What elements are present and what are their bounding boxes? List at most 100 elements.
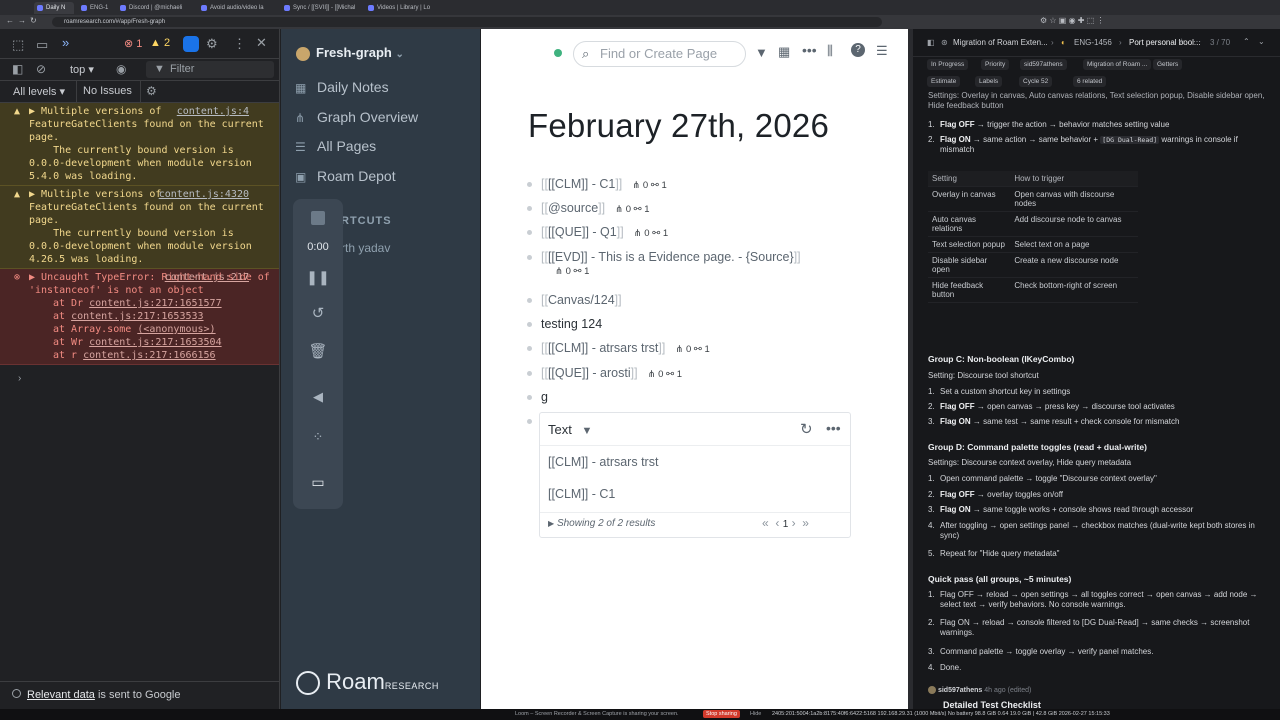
property-chip[interactable]: Labels [975, 76, 1003, 87]
restart-icon[interactable]: ↺ [293, 304, 343, 322]
draw-icon[interactable]: ◀ [293, 389, 343, 405]
extensions-icon[interactable]: ⚙ ☆ ▣ ◉ ✚ ⬚ ⋮ [1040, 16, 1104, 25]
address-input[interactable]: roamresearch.com/#/app/Fresh-graph [52, 17, 882, 27]
block[interactable]: [[[[CLM]] - C1]] ⋔ 0 ⚯ 1 [527, 177, 667, 191]
stop-recording-button[interactable] [293, 211, 343, 230]
forward-icon[interactable]: → [18, 16, 26, 25]
page-ref[interactable]: @source [548, 201, 598, 215]
page-ref[interactable]: Canvas/124 [548, 293, 615, 307]
page-ref[interactable]: [[EVD]] - This is a Evidence page. - {So… [548, 250, 794, 264]
query-result-row[interactable]: [[CLM]] - C1 [548, 487, 615, 501]
query-result-row[interactable]: [[CLM]] - atrsars trst [548, 455, 658, 469]
sidebar-toggle-icon[interactable]: ⫼ [827, 43, 833, 59]
block[interactable]: [[[[QUE]] - arosti]] ⋔ 0 ⚯ 1 [527, 366, 682, 380]
block[interactable]: [[[[CLM]] - atrsars trst]] ⋔ 0 ⚯ 1 [527, 341, 710, 355]
property-chip[interactable]: In Progress [927, 59, 969, 70]
comment-author[interactable]: sid597athens [938, 687, 982, 694]
console-warning[interactable]: ▲ content.js:4 ▶ Multiple versions of Feat… [0, 103, 279, 186]
property-chip[interactable]: Getters [1153, 59, 1183, 70]
property-chip[interactable]: Cycle 52 [1019, 76, 1053, 87]
browser-tab[interactable]: Daily N [34, 2, 74, 14]
browser-tab[interactable]: Sync / [[SVII]] - [[Michal [281, 2, 361, 14]
bullet[interactable] [527, 419, 532, 425]
camera-icon[interactable]: ▭ [293, 474, 343, 491]
more-icon[interactable]: ••• [802, 42, 817, 58]
browser-tab[interactable]: Discord | @michaeli [117, 2, 195, 14]
issues-button[interactable]: No Issues [83, 85, 132, 97]
refresh-icon[interactable]: ↻ [800, 420, 813, 438]
nav-graph-overview[interactable]: ⋔ Graph Overview [295, 109, 418, 125]
bullet[interactable] [527, 395, 532, 401]
blur-icon[interactable]: ⁘ [293, 429, 343, 445]
property-chip[interactable]: Estimate [927, 76, 961, 87]
source-link[interactable]: content.js:4 [177, 105, 249, 118]
block[interactable]: testing 124 [527, 317, 602, 331]
trash-icon[interactable]: 🗑 [293, 342, 343, 360]
sidebar-icon[interactable]: ◧ [927, 38, 935, 47]
up-icon[interactable]: ⌃ [1243, 37, 1250, 46]
query-summary[interactable]: ▶ Showing 2 of 2 results [548, 518, 655, 529]
error-count-badge[interactable]: ⊗ 1 [124, 37, 142, 50]
block[interactable]: g [527, 390, 548, 404]
levels-select[interactable]: All levels ▾ [13, 85, 65, 98]
stack-location[interactable]: content.js:217:1653533 [71, 311, 203, 322]
expand-caret-icon[interactable]: ▶ [29, 106, 41, 117]
bullet[interactable] [527, 230, 532, 236]
kebab-menu-icon[interactable]: ⋮ [233, 36, 246, 52]
browser-tab[interactable]: ENG-1 [78, 2, 114, 14]
settings-gear-icon[interactable]: ⚙ [206, 36, 218, 52]
search-input[interactable]: ⌕ Find or Create Page [573, 41, 746, 67]
more-tabs-icon[interactable]: » [62, 35, 69, 50]
close-devtools-icon[interactable]: ✕ [256, 35, 267, 51]
block[interactable]: [[[[EVD]] - This is a Evidence page. - {… [527, 250, 801, 277]
bullet[interactable] [527, 298, 532, 304]
device-icon[interactable]: ▭ [36, 37, 48, 53]
console-warning[interactable]: ▲ content.js:4320 ▶ Multiple versions of F… [0, 186, 279, 269]
source-link[interactable]: content.js:217 [165, 271, 249, 284]
calendar-icon[interactable]: ▦ [778, 44, 790, 60]
filter-input[interactable]: ▼ Filter [146, 61, 274, 78]
help-icon[interactable]: ? [851, 43, 865, 57]
shortcut-item[interactable]: rth yadav [341, 241, 390, 255]
bullet[interactable] [527, 346, 532, 352]
bullet[interactable] [527, 206, 532, 212]
stop-sharing-button[interactable]: Stop sharing [703, 710, 740, 718]
property-chip[interactable]: sid597athens [1020, 59, 1067, 70]
filter-icon[interactable]: ▼ [755, 45, 768, 60]
breadcrumb-project[interactable]: Migration of Roam Exten... [953, 38, 1048, 47]
star-icon[interactable]: ☆ [1178, 37, 1185, 46]
property-chip[interactable]: 6 related [1073, 76, 1107, 87]
console-prompt[interactable]: › [0, 365, 279, 384]
filter-icon[interactable]: ▼ [581, 425, 592, 437]
expand-caret-icon[interactable]: ▶ [29, 272, 41, 283]
block[interactable]: [[@source]] ⋔ 0 ⚯ 1 [527, 201, 650, 215]
bullet[interactable] [527, 255, 532, 261]
console-error[interactable]: ⊗ content.js:217 ▶ Uncaught TypeError: Rig… [0, 269, 279, 365]
nav-daily-notes[interactable]: ▦ Daily Notes [295, 79, 389, 95]
browser-tab[interactable]: Avoid audio/video la [198, 2, 278, 14]
page-ref[interactable]: [[QUE]] - arosti [548, 366, 631, 380]
right-sidebar-icon[interactable]: ☰ [876, 43, 888, 59]
pause-icon[interactable]: ❚❚ [293, 269, 343, 286]
query-column-header[interactable]: Text ▼ [548, 422, 592, 437]
page-ref[interactable]: [[CLM]] - atrsars trst [548, 341, 658, 355]
bullet[interactable] [527, 322, 532, 328]
back-icon[interactable]: ← [6, 16, 14, 25]
property-chip[interactable]: Priority [981, 59, 1010, 70]
source-link[interactable]: content.js:4320 [159, 188, 249, 201]
inspect-icon[interactable]: ⬚ [12, 37, 24, 53]
stack-location[interactable]: content.js:217:1653504 [89, 337, 221, 348]
page-ref[interactable]: [[CLM]] - C1 [548, 177, 615, 191]
nav-roam-depot[interactable]: ▣ Roam Depot [295, 168, 396, 184]
expand-caret-icon[interactable]: ▶ [29, 189, 41, 200]
block[interactable]: [[Canvas/124]] [527, 293, 622, 307]
first-page-icon[interactable]: « [762, 516, 769, 530]
page-ref[interactable]: [[QUE]] - Q1 [548, 225, 617, 239]
stack-location[interactable]: (<anonymous>) [137, 324, 215, 335]
console-settings-icon[interactable]: ⚙ [146, 84, 157, 98]
more-icon[interactable]: ••• [826, 420, 841, 436]
stack-location[interactable]: content.js:217:1651577 [89, 298, 221, 309]
more-icon[interactable]: ⋯ [1193, 37, 1201, 46]
property-chip[interactable]: Migration of Roam ... [1083, 59, 1152, 70]
context-select[interactable]: top ▾ [70, 63, 94, 76]
